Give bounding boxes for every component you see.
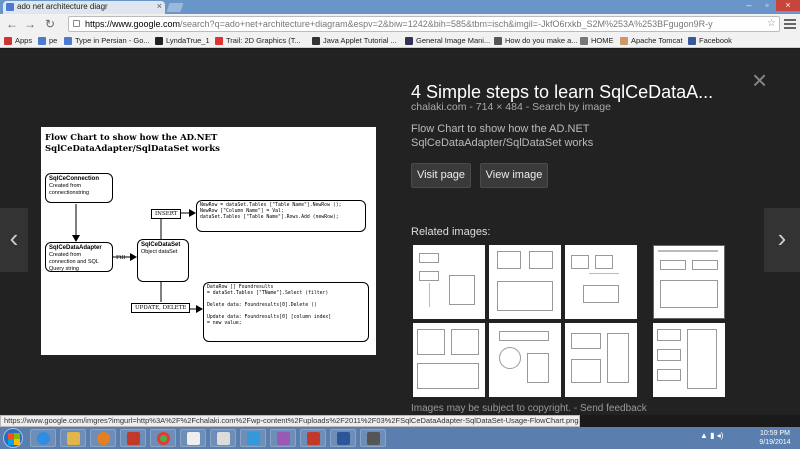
preview-image[interactable]: Flow Chart to show how the AD.NET SqlCeD…: [41, 127, 376, 355]
close-tab-icon[interactable]: ×: [157, 1, 162, 11]
bookmark-apps[interactable]: Apps: [4, 35, 32, 47]
google-favicon-icon: [64, 37, 72, 45]
bookmark-home[interactable]: HOME: [580, 35, 614, 47]
related-thumbnail[interactable]: [653, 245, 725, 319]
chrome-menu-icon[interactable]: [784, 17, 796, 31]
fill-label: Fill: [116, 255, 126, 261]
insert-code-box: NewRow = dataSet.Tables ["Table Name"].N…: [196, 200, 366, 232]
bookmark-how-do-you[interactable]: How do you make a...: [494, 35, 578, 47]
connection-box: SqlCeConnection Created from connections…: [45, 173, 113, 203]
view-image-button[interactable]: View image: [480, 163, 548, 188]
url-path: /search?q=ado+net+architecture+diagram&e…: [180, 19, 713, 29]
bookmarks-bar: Apps pe Type in Persian - Go... LyndaTru…: [0, 34, 800, 48]
page-favicon-icon: [405, 37, 413, 45]
url-host: https://www.google.com: [85, 19, 181, 29]
google-favicon-icon: [38, 37, 46, 45]
related-thumbnail[interactable]: [413, 245, 485, 319]
browser-tab[interactable]: ado net architecture diagr ×: [3, 1, 165, 14]
page-favicon-icon: [312, 37, 320, 45]
java-favicon-icon: [215, 37, 223, 45]
related-thumbnail[interactable]: [565, 245, 637, 319]
google-favicon-icon: [6, 3, 14, 11]
related-thumbnail[interactable]: [413, 323, 485, 397]
page-favicon-icon: [494, 37, 502, 45]
adapter-box: SqlCeDataAdapter Created from connection…: [45, 242, 113, 272]
close-window-button[interactable]: ×: [776, 0, 800, 11]
bookmark-persian[interactable]: Type in Persian - Go...: [64, 35, 150, 47]
explorer-taskbar-icon[interactable]: [60, 429, 86, 447]
minimize-button[interactable]: –: [740, 0, 758, 11]
image-meta: chalaki.com - 714 × 484 - Search by imag…: [411, 101, 611, 113]
insert-label: INSERT: [151, 209, 182, 219]
dataset-box: SqlCeDataSet Object dataSet: [137, 239, 189, 282]
maximize-button[interactable]: ▫: [758, 0, 776, 11]
ie-taskbar-icon[interactable]: [30, 429, 56, 447]
tab-strip: ado net architecture diagr × – ▫ ×: [0, 0, 800, 14]
app-taskbar-icon[interactable]: [120, 429, 146, 447]
related-images-heading: Related images:: [411, 226, 491, 238]
bookmark-pe[interactable]: pe: [38, 35, 57, 47]
forward-arrow-icon[interactable]: →: [22, 16, 38, 32]
image-size: 714 × 484: [475, 101, 523, 113]
lynda-favicon-icon: [155, 37, 163, 45]
update-delete-label: UPDATE, DELETE: [131, 303, 191, 313]
app-taskbar-icon[interactable]: [240, 429, 266, 447]
related-thumbnail[interactable]: [565, 323, 637, 397]
windows-taskbar: ▲ ▮ ◂): [0, 427, 800, 449]
apps-grid-icon: [4, 37, 12, 45]
status-bar: https://www.google.com/imgres?imgurl=htt…: [0, 415, 580, 427]
app-taskbar-icon[interactable]: [300, 429, 326, 447]
search-by-image-link[interactable]: Search by image: [532, 101, 611, 113]
copyright-notice: Images may be subject to copyright.: [411, 403, 572, 414]
visit-page-button[interactable]: Visit page: [411, 163, 471, 188]
tab-title: ado net architecture diagr: [17, 2, 108, 11]
tomcat-favicon-icon: [620, 37, 628, 45]
bookmark-image-mani[interactable]: General Image Mani...: [405, 35, 490, 47]
app-taskbar-icon[interactable]: [180, 429, 206, 447]
chrome-taskbar-icon[interactable]: [150, 429, 176, 447]
update-code-box: DataRow [] Foundresults = dataSet.Tables…: [203, 282, 369, 342]
bookmark-lynda[interactable]: LyndaTrue_1: [155, 35, 210, 47]
start-button[interactable]: [3, 428, 23, 448]
related-thumbnail[interactable]: [489, 323, 561, 397]
address-bar[interactable]: https://www.google.com/search?q=ado+net+…: [68, 16, 780, 32]
back-arrow-icon[interactable]: ←: [4, 16, 20, 32]
copyright-footer: Images may be subject to copyright. - Se…: [411, 403, 647, 414]
clock-date: 9/19/2014: [759, 439, 791, 446]
next-image-button[interactable]: ›: [764, 208, 800, 272]
bookmark-star-icon[interactable]: ☆: [767, 17, 776, 31]
image-title[interactable]: 4 Simple steps to learn SqlCeDataA...: [411, 82, 751, 103]
system-tray[interactable]: ▲ ▮ ◂): [700, 431, 723, 440]
bookmark-facebook[interactable]: Facebook: [688, 35, 732, 47]
bookmark-tomcat[interactable]: Apache Tomcat: [620, 35, 683, 47]
taskbar-clock[interactable]: 10:59 PM 9/19/2014: [752, 429, 798, 447]
related-thumbnail[interactable]: [653, 323, 725, 397]
app-taskbar-icon[interactable]: [270, 429, 296, 447]
lock-icon: [73, 20, 80, 27]
bookmark-2d-graphics[interactable]: Trail: 2D Graphics (T...: [215, 35, 301, 47]
related-thumbnail[interactable]: [489, 245, 561, 319]
previous-image-button[interactable]: ‹: [0, 208, 28, 272]
reload-icon[interactable]: ↻: [42, 16, 58, 32]
bookmark-java-applet[interactable]: Java Applet Tutorial ...: [312, 35, 397, 47]
facebook-favicon-icon: [688, 37, 696, 45]
app-taskbar-icon[interactable]: [360, 429, 386, 447]
new-tab-button[interactable]: [166, 3, 184, 12]
media-taskbar-icon[interactable]: [90, 429, 116, 447]
app-taskbar-icon[interactable]: [210, 429, 236, 447]
browser-toolbar: ← → ↻ https://www.google.com/search?q=ad…: [0, 14, 800, 34]
image-description: Flow Chart to show how the AD.NET SqlCeD…: [411, 123, 594, 149]
page-favicon-icon: [580, 37, 588, 45]
site-link[interactable]: chalaki.com: [411, 101, 466, 113]
close-icon[interactable]: ×: [752, 67, 767, 93]
word-taskbar-icon[interactable]: [330, 429, 356, 447]
send-feedback-link[interactable]: Send feedback: [580, 403, 647, 414]
clock-time: 10:59 PM: [760, 430, 790, 437]
